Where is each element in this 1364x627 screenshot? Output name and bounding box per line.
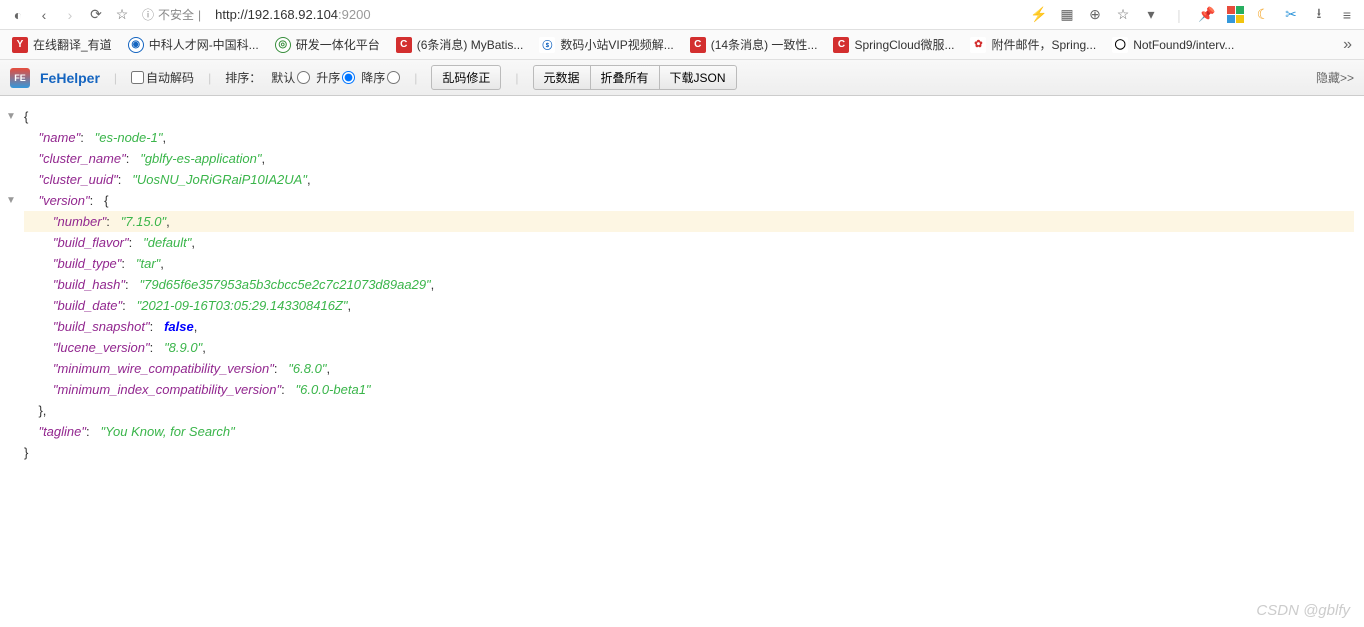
json-line[interactable]: ▼{ <box>24 106 1354 127</box>
bookmark-label: 附件邮件，Spring... <box>991 36 1096 53</box>
bookmark-label: 中科人才网-中国科... <box>149 36 259 53</box>
bookmark-label: (6条消息) MyBatis... <box>417 36 524 53</box>
fehelper-toolbar: FE FeHelper | 自动解码 | 排序： 默认 升序 降序 | 乱码修正… <box>0 60 1364 96</box>
json-line[interactable]: "number": "7.15.0", <box>24 211 1354 232</box>
bookmark-item[interactable]: C SpringCloud微服... <box>833 36 954 53</box>
collapse-toggle-icon[interactable]: ▼ <box>6 106 16 127</box>
bookmark-favicon-icon: ◯ <box>1112 37 1128 53</box>
json-line[interactable]: }, <box>24 400 1354 421</box>
json-line[interactable]: "build_snapshot": false, <box>24 316 1354 337</box>
collapse-toggle-icon[interactable]: ▼ <box>6 190 16 211</box>
json-line[interactable]: "minimum_wire_compatibility_version": "6… <box>24 358 1354 379</box>
apps-icon[interactable] <box>1226 6 1244 24</box>
hide-toolbar-button[interactable]: 隐藏>> <box>1316 69 1354 86</box>
json-line[interactable]: "lucene_version": "8.9.0", <box>24 337 1354 358</box>
nav-back-button[interactable]: ‹ <box>34 5 54 25</box>
bookmark-item[interactable]: C (6条消息) MyBatis... <box>396 36 524 53</box>
moon-icon[interactable]: ☾ <box>1254 6 1272 24</box>
auto-decode-input[interactable] <box>131 71 144 84</box>
menu-icon[interactable]: ≡ <box>1338 6 1356 24</box>
metadata-button[interactable]: 元数据 <box>533 65 591 90</box>
address-bar[interactable]: http://192.168.92.104:9200 <box>211 7 1024 22</box>
bookmark-label: 研发一体化平台 <box>296 36 380 53</box>
bookmark-favicon-icon: ◉ <box>128 37 144 53</box>
url-port: :9200 <box>338 7 371 22</box>
browser-nav-bar: ◐ ‹ › ⟳ ☆ ⓘ 不安全 | http://192.168.92.104:… <box>0 0 1364 30</box>
bookmark-label: (14条消息) 一致性... <box>711 36 818 53</box>
favorite-button[interactable]: ☆ <box>112 5 132 25</box>
security-label: 不安全 <box>158 6 194 23</box>
divider-icon: | <box>1170 6 1188 24</box>
bookmark-label: 在线翻译_有道 <box>33 36 112 53</box>
bookmark-item[interactable]: C (14条消息) 一致性... <box>690 36 818 53</box>
download-json-button[interactable]: 下载JSON <box>659 65 737 90</box>
json-line[interactable]: } <box>24 442 1354 463</box>
json-line[interactable]: "name": "es-node-1", <box>24 127 1354 148</box>
lightning-icon[interactable]: ⚡ <box>1030 6 1048 24</box>
security-indicator[interactable]: ⓘ 不安全 | <box>138 6 205 23</box>
fehelper-logo-icon: FE <box>10 68 30 88</box>
json-line[interactable]: "build_type": "tar", <box>24 253 1354 274</box>
json-viewer: ▼{ "name": "es-node-1", "cluster_name": … <box>0 96 1364 473</box>
avatar-icon[interactable]: ◐ <box>8 5 28 25</box>
bookmark-favicon-icon: C <box>833 37 849 53</box>
bookmarks-bar: Y 在线翻译_有道 ◉ 中科人才网-中国科... ◎ 研发一体化平台 C (6条消息) MyB… <box>0 30 1364 60</box>
bookmark-label: SpringCloud微服... <box>854 36 954 53</box>
sort-asc-radio[interactable]: 升序 <box>316 69 355 86</box>
bookmark-item[interactable]: ◯ NotFound9/interv... <box>1112 37 1234 53</box>
json-line[interactable]: "build_flavor": "default", <box>24 232 1354 253</box>
bookmark-item[interactable]: ⓢ 数码小站VIP视频解... <box>539 36 673 53</box>
json-line[interactable]: "tagline": "You Know, for Search" <box>24 421 1354 442</box>
dropdown-icon[interactable]: ▾ <box>1142 6 1160 24</box>
watermark: CSDN @gblfy <box>1256 602 1350 619</box>
bookmark-item[interactable]: Y 在线翻译_有道 <box>12 36 112 53</box>
sort-desc-radio[interactable]: 降序 <box>361 69 400 86</box>
json-line[interactable]: ▼ "version": { <box>24 190 1354 211</box>
bookmark-favicon-icon: ⓢ <box>539 37 555 53</box>
bookmark-label: 数码小站VIP视频解... <box>560 36 673 53</box>
json-line[interactable]: "build_date": "2021-09-16T03:05:29.14330… <box>24 295 1354 316</box>
bookmark-favicon-icon: ◎ <box>275 37 291 53</box>
download-icon[interactable]: ⭳ <box>1310 6 1328 24</box>
json-line[interactable]: "cluster_uuid": "UosNU_JoRiGRaiP10IA2UA"… <box>24 169 1354 190</box>
json-line[interactable]: "minimum_index_compatibility_version": "… <box>24 379 1354 400</box>
info-icon: ⓘ <box>142 6 154 23</box>
view-button-group: 元数据 折叠所有 下载JSON <box>533 65 737 90</box>
bookmark-item[interactable]: ◉ 中科人才网-中国科... <box>128 36 259 53</box>
scissors-icon[interactable]: ✂ <box>1282 6 1300 24</box>
bookmark-favicon-icon: ✿ <box>970 37 986 53</box>
bookmark-item[interactable]: ✿ 附件邮件，Spring... <box>970 36 1096 53</box>
url-host: http://192.168.92.104 <box>215 7 338 22</box>
separator: | <box>208 71 211 85</box>
sort-default-radio[interactable]: 默认 <box>271 69 310 86</box>
sort-options: 默认 升序 降序 <box>271 69 400 86</box>
nav-forward-button: › <box>60 5 80 25</box>
json-line[interactable]: "cluster_name": "gblfy-es-application", <box>24 148 1354 169</box>
reload-button[interactable]: ⟳ <box>86 5 106 25</box>
zoom-icon[interactable]: ⊕ <box>1086 6 1104 24</box>
browser-tool-icons: ⚡ ▦ ⊕ ☆ ▾ | 📌 ☾ ✂ ⭳ ≡ <box>1030 6 1356 24</box>
fold-all-button[interactable]: 折叠所有 <box>590 65 660 90</box>
bookmark-favicon-icon: C <box>690 37 706 53</box>
bookmark-favicon-icon: Y <box>12 37 28 53</box>
separator: | <box>414 71 417 85</box>
bookmark-label: NotFound9/interv... <box>1133 38 1234 52</box>
sort-label: 排序： <box>225 69 261 86</box>
separator: | <box>114 71 117 85</box>
auto-decode-checkbox[interactable]: 自动解码 <box>131 69 194 86</box>
qr-icon[interactable]: ▦ <box>1058 6 1076 24</box>
json-line[interactable]: "build_hash": "79d65f6e357953a5b3cbcc5e2… <box>24 274 1354 295</box>
clip-icon[interactable]: 📌 <box>1198 6 1216 24</box>
fix-encoding-button[interactable]: 乱码修正 <box>431 65 501 90</box>
auto-decode-label: 自动解码 <box>146 69 194 86</box>
bookmark-favicon-icon: C <box>396 37 412 53</box>
divider: | <box>198 8 201 22</box>
app-title: FeHelper <box>40 70 100 86</box>
star-icon[interactable]: ☆ <box>1114 6 1132 24</box>
bookmark-item[interactable]: ◎ 研发一体化平台 <box>275 36 380 53</box>
separator: | <box>515 71 518 85</box>
bookmarks-overflow-button[interactable]: » <box>1343 36 1352 54</box>
